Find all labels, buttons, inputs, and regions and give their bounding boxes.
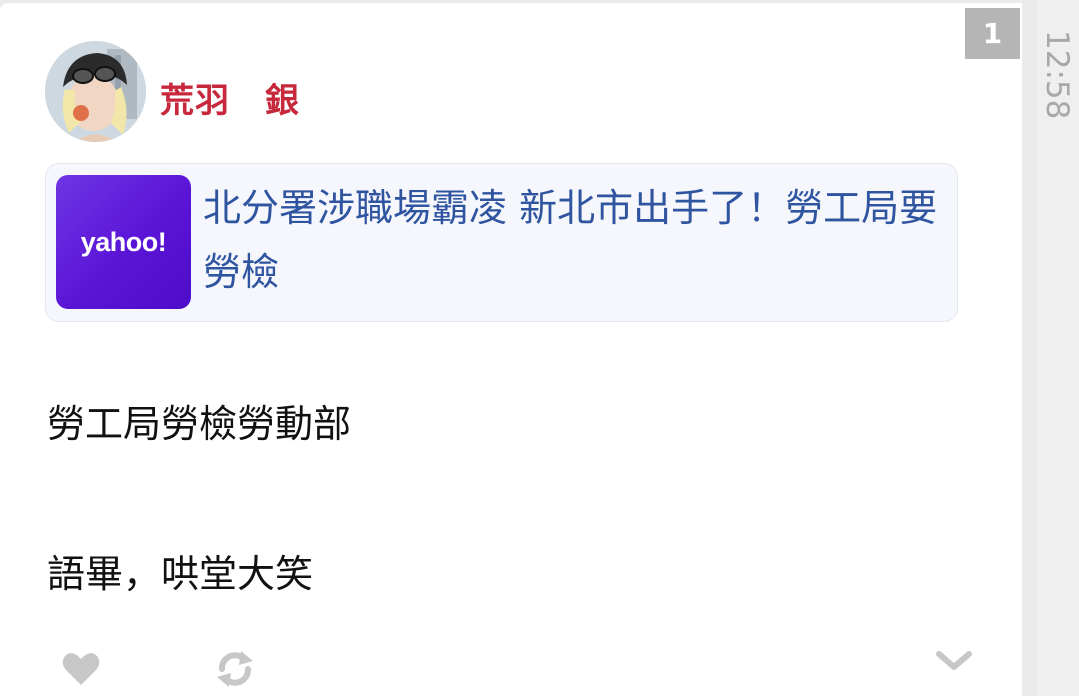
heart-icon[interactable] [62, 651, 100, 690]
post-card: 荒羽 銀 1 yahoo! 北分署涉職場霸凌 新北市出手了！勞工局要勞檢 勞工局… [0, 3, 1022, 696]
post-text-line-1: 勞工局勞檢勞動部 [47, 402, 352, 446]
avatar-photo [45, 41, 146, 142]
chevron-down-icon[interactable] [935, 649, 973, 677]
repost-icon[interactable] [215, 649, 255, 693]
link-preview-card[interactable]: yahoo! 北分署涉職場霸凌 新北市出手了！勞工局要勞檢 [45, 163, 958, 322]
post-time: 12:58 [1039, 30, 1075, 120]
timeline-page: 12:58 荒羽 銀 1 yahoo! 北分署涉職場霸凌 新北市出手了！勞工局要… [0, 0, 1079, 696]
author-name[interactable]: 荒羽 銀 [160, 73, 300, 122]
post-text-line-2: 語畢，哄堂大笑 [47, 552, 314, 596]
avatar[interactable] [45, 41, 146, 142]
yahoo-logo: yahoo! [80, 226, 167, 257]
yahoo-thumbnail: yahoo! [56, 175, 191, 309]
post-number-badge: 1 [965, 8, 1020, 59]
link-title[interactable]: 北分署涉職場霸凌 新北市出手了！勞工局要勞檢 [203, 176, 943, 304]
